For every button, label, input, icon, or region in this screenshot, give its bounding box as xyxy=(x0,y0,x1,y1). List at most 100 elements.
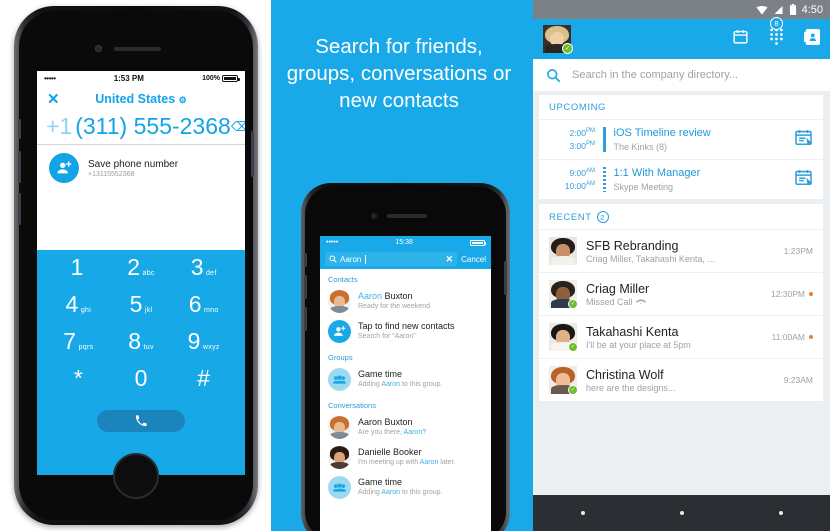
earpiece-speaker xyxy=(114,47,161,51)
calendar-icon[interactable] xyxy=(732,28,749,50)
section-header-contacts: Contacts xyxy=(328,275,358,284)
conversation-name: Christina Wolf xyxy=(586,367,664,382)
dialpad-badge: 8 xyxy=(770,16,783,30)
group-icon xyxy=(328,368,351,391)
conversation-preview: Missed Call xyxy=(586,297,649,307)
dialpad-key-5[interactable]: 5 jkl xyxy=(110,293,173,330)
status-clock: 15:38 xyxy=(395,239,413,246)
avatar-image xyxy=(549,237,577,266)
avatar xyxy=(549,237,577,266)
list-item-title: Danielle Booker xyxy=(358,447,422,458)
key-digit: 2 xyxy=(127,254,141,280)
dialpad-key-1[interactable]: 1 xyxy=(47,256,110,293)
calendar-join-icon[interactable] xyxy=(794,128,813,152)
home-button[interactable] xyxy=(679,511,684,515)
table-row[interactable]: ✓ Takahashi Kenta I'll be at your place … xyxy=(539,315,823,358)
meeting-end: 10:00 xyxy=(564,180,586,191)
list-item-text: Aaron Buxton Are you there, Aaron? xyxy=(358,417,426,437)
clear-icon[interactable]: ✕ xyxy=(446,254,454,265)
table-row[interactable]: ✓ Criag Miller Missed Call 12:30PM xyxy=(539,272,823,315)
timestamp: 9:23AM xyxy=(783,375,813,386)
country-selector[interactable]: United States ⚙ xyxy=(37,92,245,106)
headline-text: Search for friends, groups, conversation… xyxy=(286,35,512,113)
meeting-subtitle: The Kinks (8) xyxy=(613,142,668,153)
meeting-end: 3:00 xyxy=(569,140,586,151)
ios-status-bar: ••••• 1:53 PM 100% xyxy=(37,71,245,86)
add-contact-icon xyxy=(328,320,351,343)
meeting-row[interactable]: 9:00AM 10:00AM 1:1 With Manager Skype Me… xyxy=(539,159,823,199)
phone-number-field[interactable]: +1 (311) 555-2368 ⌫ xyxy=(37,112,245,145)
silent-switch[interactable] xyxy=(304,253,307,267)
backspace-icon[interactable]: ⌫ xyxy=(231,119,245,135)
wifi-icon xyxy=(756,5,768,14)
list-item[interactable]: Danielle Booker I'm meeting up with Aaro… xyxy=(320,443,491,473)
dialpad-key-0[interactable]: 0 xyxy=(110,367,173,404)
call-button[interactable] xyxy=(97,410,185,432)
list-item-title: Tap to find new contacts xyxy=(358,321,455,332)
list-item[interactable]: Game time Adding Aaron to this group. xyxy=(320,473,491,503)
home-button[interactable] xyxy=(113,453,159,499)
contacts-card-icon[interactable] xyxy=(803,28,820,51)
save-phone-number-row[interactable]: Save phone number +13115552368 xyxy=(37,145,245,191)
content-scroll[interactable]: UPCOMING 2:00PM 3:00PM iOS Timeline revi… xyxy=(533,91,830,495)
conversation-preview: Criag Miller, Takahashi Kenta, ... xyxy=(586,254,715,265)
back-button[interactable] xyxy=(580,511,585,515)
android-screen: 4:50 ✓ 8 Search in the company directory… xyxy=(533,0,830,531)
cancel-button[interactable]: Cancel xyxy=(461,255,486,264)
upcoming-header: UPCOMING xyxy=(549,102,607,113)
meeting-title: 1:1 With Manager xyxy=(613,167,701,180)
power-button[interactable] xyxy=(504,261,507,295)
unread-indicator xyxy=(809,335,813,340)
list-item[interactable]: Tap to find new contacts Search for “Aar… xyxy=(320,317,491,347)
volume-up-button[interactable] xyxy=(304,275,307,299)
key-letters: mno xyxy=(204,307,219,314)
dialpad-key-2[interactable]: 2 abc xyxy=(110,256,173,293)
left-panel-dialer: ••••• 1:53 PM 100% ✕ United States ⚙ +1 … xyxy=(0,0,271,531)
avatar[interactable]: ✓ xyxy=(543,25,573,54)
list-item[interactable]: Aaron Buxton Are you there, Aaron? xyxy=(320,413,491,443)
key-digit: 5 xyxy=(129,291,143,317)
meeting-subtitle: Skype Meeting xyxy=(613,182,674,193)
key-digit: 9 xyxy=(187,328,201,354)
dialpad-key-9[interactable]: 9 wxyz xyxy=(172,330,235,367)
app-bar-actions: 8 xyxy=(732,16,820,51)
recents-button[interactable] xyxy=(778,511,783,515)
volume-down-button[interactable] xyxy=(304,307,307,331)
key-letters: tuv xyxy=(143,344,154,351)
list-item[interactable]: Game time Adding Aaron to this group. xyxy=(320,365,491,395)
list-item-text: Danielle Booker I'm meeting up with Aaro… xyxy=(358,447,455,467)
list-item-subtitle: Search for “Aaron” xyxy=(358,332,416,340)
dialpad-key-7[interactable]: 7 pqrs xyxy=(47,330,110,367)
dialpad-key-8[interactable]: 8 tuv xyxy=(110,330,173,367)
search-input[interactable]: Aaron ✕ xyxy=(325,252,458,266)
meeting-title: iOS Timeline review xyxy=(613,127,711,139)
dialpad-key-3[interactable]: 3 def xyxy=(172,256,235,293)
meeting-row[interactable]: 2:00PM 3:00PM iOS Timeline review The Ki… xyxy=(539,119,823,159)
calendar-join-icon[interactable] xyxy=(794,168,813,192)
volume-down-button[interactable] xyxy=(18,193,21,225)
save-title: Save phone number xyxy=(88,158,179,170)
row-text: Christina Wolf here are the designs... xyxy=(586,368,676,393)
mid-panel-search: Search for friends, groups, conversation… xyxy=(271,0,527,531)
volume-up-button[interactable] xyxy=(18,151,21,183)
list-item-text: Game time Adding Aaron to this group. xyxy=(358,477,442,497)
dialpad-icon[interactable]: 8 xyxy=(769,16,784,51)
search-input[interactable]: Search in the company directory... xyxy=(533,59,830,91)
dialpad-key-hash[interactable]: # xyxy=(172,367,235,404)
silent-switch[interactable] xyxy=(18,119,21,139)
search-value: Aaron xyxy=(340,254,362,264)
key-letters: wxyz xyxy=(202,344,220,351)
dialpad-key-4[interactable]: 4 ghi xyxy=(47,293,110,330)
list-item[interactable]: Aaron Buxton Ready for the weekend xyxy=(320,287,491,317)
avatar xyxy=(328,446,351,469)
power-button[interactable] xyxy=(251,131,254,177)
save-row-text: Save phone number +13115552368 xyxy=(88,159,178,178)
dialpad-key-6[interactable]: 6 mno xyxy=(172,293,235,330)
list-item-subtitle: Adding Aaron to this group. xyxy=(358,380,443,388)
table-row[interactable]: ✓ Christina Wolf here are the designs...… xyxy=(539,358,823,401)
table-row[interactable]: SFB Rebranding Criag Miller, Takahashi K… xyxy=(539,229,823,272)
recent-count-badge: 2 xyxy=(596,211,609,224)
dialpad-key-star[interactable]: * xyxy=(47,367,110,404)
meeting-text: 1:1 With Manager Skype Meeting xyxy=(614,167,701,192)
status-clock: 4:50 xyxy=(801,3,823,16)
